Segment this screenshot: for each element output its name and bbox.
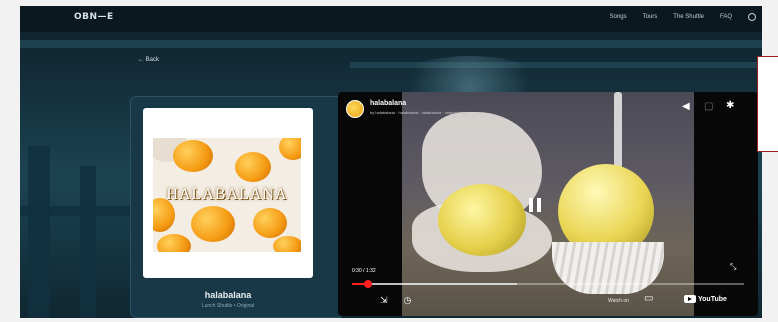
orange-sweet — [191, 206, 235, 242]
background-column — [28, 146, 50, 318]
clock-icon[interactable]: ◷ — [404, 295, 412, 305]
volume-icon[interactable]: ◀ — [682, 102, 690, 112]
gear-icon[interactable]: ✱ — [726, 101, 734, 111]
pip-icon[interactable]: ⇲ — [380, 295, 388, 305]
top-navigation-bar: OBN—E Songs Tours The Shuttle FAQ — [20, 6, 762, 32]
captions-icon[interactable]: ▢ — [704, 102, 713, 112]
orange-sweet — [279, 138, 301, 160]
time-display: 0:30 / 1:32 — [352, 268, 376, 274]
paper-cup — [552, 242, 664, 294]
youtube-play-icon — [684, 295, 696, 303]
watch-on-label[interactable]: Watch on — [608, 298, 629, 304]
background-railing — [20, 206, 130, 216]
video-player[interactable]: halabalana by halabalana · halabalana · … — [338, 92, 758, 316]
album-art: HALABALANA — [143, 108, 313, 278]
youtube-wordmark: YouTube — [698, 295, 727, 303]
search-icon[interactable] — [748, 13, 756, 21]
nav-item-songs[interactable]: Songs — [610, 14, 627, 21]
progress-bar[interactable] — [352, 280, 744, 288]
player-bottom-left-controls: ⇲ ◷ — [380, 295, 411, 305]
orange-sweet — [253, 208, 287, 238]
watch-later-icon[interactable]: ▭ — [644, 294, 653, 304]
background-beam — [20, 40, 762, 48]
back-link[interactable]: ← Back — [138, 57, 159, 63]
video-subtitle: by halabalana · halabalana · halabalana … — [370, 110, 470, 115]
channel-avatar[interactable] — [346, 100, 364, 118]
side-panel-edge — [757, 56, 778, 152]
nav-item-tours[interactable]: Tours — [643, 14, 658, 21]
progress-buffered — [352, 283, 517, 285]
nav-item-faq[interactable]: FAQ — [720, 14, 732, 21]
youtube-logo[interactable]: YouTube — [684, 295, 727, 303]
album-art-title: HALABALANA — [166, 186, 288, 203]
video-title[interactable]: halabalana — [370, 100, 406, 107]
page-background: OBN—E Songs Tours The Shuttle FAQ ← Back… — [20, 6, 762, 318]
candy-apple — [438, 184, 526, 256]
album-card: HALABALANA halabalana Lunch Shuttle • Or… — [130, 96, 344, 318]
album-subtitle: Lunch Shuttle • Original — [201, 303, 255, 309]
orange-sweet — [273, 236, 301, 252]
progress-handle[interactable] — [363, 280, 372, 288]
orange-sweet — [173, 140, 213, 172]
pause-button[interactable] — [528, 198, 542, 212]
background-column — [80, 166, 96, 318]
fullscreen-icon[interactable]: ⤡ — [730, 262, 736, 272]
nav-item-the-shuttle[interactable]: The Shuttle — [673, 14, 704, 21]
album-art-photo: HALABALANA — [153, 138, 301, 252]
site-logo[interactable]: OBN—E — [74, 12, 114, 22]
orange-sweet — [235, 152, 271, 182]
orange-sweet — [157, 234, 191, 252]
main-nav: Songs Tours The Shuttle FAQ — [610, 13, 756, 21]
album-title: halabalana — [204, 290, 252, 300]
